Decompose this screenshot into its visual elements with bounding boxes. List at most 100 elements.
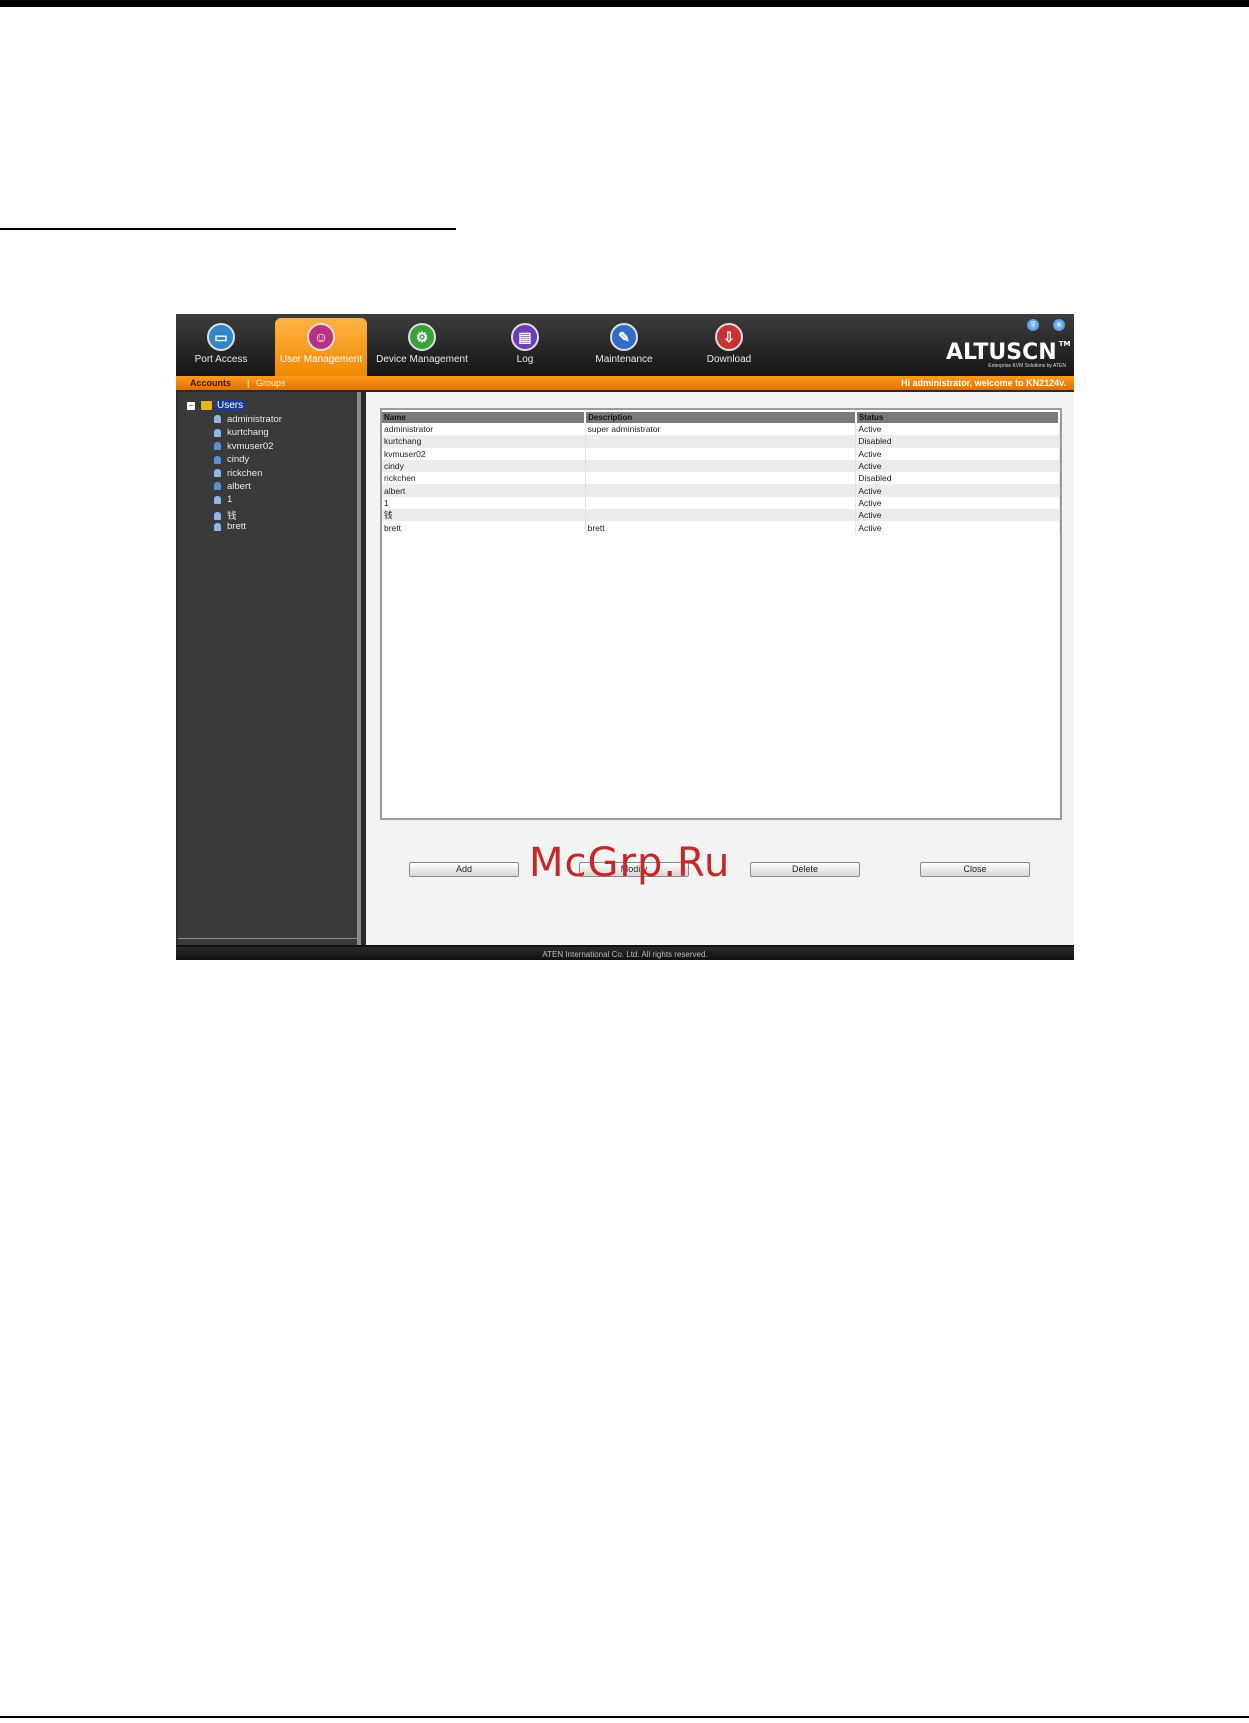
footer-copyright: ATEN International Co. Ltd. All rights r… (176, 945, 1074, 960)
gear-icon: ⚙ (408, 323, 436, 351)
brand-logo: ALTUSCN TM Enterprise KVM Solutions by AT… (946, 340, 1070, 369)
tree-item-label: kurtchang (227, 427, 269, 439)
tree-item-user[interactable]: kvmuser02 (214, 441, 282, 454)
cell-description (585, 472, 857, 485)
cell-name: albert (382, 484, 586, 497)
cell-description (585, 496, 857, 510)
column-header-description[interactable]: Description (585, 412, 857, 423)
tree-item-user[interactable]: 1 (214, 494, 282, 507)
watermark: McGrp.Ru (529, 840, 731, 886)
cell-status: Active (855, 447, 1060, 460)
tree-item-user[interactable]: kurtchang (214, 427, 282, 440)
tab-download[interactable]: ⇩ Download (689, 318, 769, 376)
tree-item-label: administrator (227, 414, 282, 425)
tree-item-label: 1 (227, 494, 233, 506)
cell-name: kvmuser02 (382, 447, 586, 460)
user-icon (214, 512, 221, 521)
add-button[interactable]: Add (409, 862, 519, 877)
column-header-status[interactable]: Status (855, 412, 1061, 423)
close-button[interactable]: Close (920, 862, 1030, 877)
tree-item-user[interactable]: 钱 (214, 508, 282, 522)
tab-label: Port Access (194, 354, 248, 365)
cell-description (585, 435, 857, 448)
folder-icon (201, 401, 212, 410)
table-row[interactable]: rickchen Disabled (382, 472, 1060, 485)
tree-item-user[interactable]: rickchen (214, 468, 282, 481)
tree-item-user[interactable]: administrator (214, 414, 282, 427)
brand-name: ALTUSCN (946, 340, 1057, 365)
table-row[interactable]: cindy Active (382, 459, 1060, 473)
top-toolbar: ▭ Port Access ☺ User Management ⚙ Device… (176, 314, 1074, 376)
tree-root-users[interactable]: − Users (187, 400, 246, 411)
collapse-icon[interactable]: − (187, 401, 195, 410)
sidebar-divider (178, 938, 357, 939)
table-row[interactable]: 1 Active (382, 496, 1060, 510)
tab-user-management[interactable]: ☺ User Management (275, 318, 367, 376)
table-row[interactable]: 钱 Active (382, 509, 1060, 522)
user-tree-sidebar: − Users administrator kurtchang kvmuser02… (178, 392, 361, 945)
cell-status: Disabled (855, 435, 1060, 448)
table-header-row: Name Description Status (382, 412, 1061, 423)
cell-name: administrator (382, 423, 586, 436)
column-header-name[interactable]: Name (382, 412, 587, 423)
cell-description (585, 447, 857, 460)
users-icon: ☺ (307, 323, 335, 351)
sub-navigation: Accounts | Groups Hi administrator, welc… (176, 376, 1074, 390)
cell-name: cindy (382, 459, 586, 473)
user-icon (214, 482, 221, 491)
tree-item-label: 钱 (227, 510, 237, 522)
user-icon (214, 442, 221, 451)
tab-label: Device Management (376, 354, 468, 365)
page-top-rule (0, 0, 1249, 7)
help-icon[interactable]: ? (1027, 319, 1039, 331)
page-bottom-rule (0, 1716, 1249, 1718)
cell-description (585, 484, 857, 497)
cell-name: brett (382, 521, 586, 534)
cell-status: Disabled (855, 472, 1060, 485)
cell-description: brett (585, 521, 857, 534)
cell-name: 钱 (382, 509, 586, 522)
subtab-separator: | (247, 378, 250, 388)
monitor-icon: ▭ (207, 323, 235, 351)
table-row[interactable]: brett brett Active (382, 521, 1060, 534)
tab-device-management[interactable]: ⚙ Device Management (372, 318, 472, 376)
tab-maintenance[interactable]: ✎ Maintenance (579, 318, 669, 376)
cell-name: 1 (382, 496, 586, 510)
user-icon (214, 415, 221, 424)
tab-label: Log (516, 354, 534, 365)
tree-item-label: kvmuser02 (227, 440, 274, 452)
table-row[interactable]: administrator super administrator Active (382, 423, 1060, 436)
wrench-icon: ✎ (610, 323, 638, 351)
user-icon (214, 495, 221, 504)
subtab-accounts[interactable]: Accounts (190, 376, 231, 390)
user-icon (214, 428, 221, 437)
cell-status: Active (855, 423, 1060, 436)
tree-item-user[interactable]: albert (214, 481, 282, 494)
cell-status: Active (855, 496, 1060, 510)
delete-button[interactable]: Delete (750, 862, 860, 877)
tree-item-user[interactable]: brett (214, 521, 282, 534)
cell-status: Active (855, 459, 1060, 473)
tree-item-label: rickchen (227, 467, 263, 479)
tab-log[interactable]: ▤ Log (491, 318, 559, 376)
table-row[interactable]: kurtchang Disabled (382, 435, 1060, 448)
cell-description: super administrator (585, 423, 857, 436)
cell-status: Active (855, 484, 1060, 497)
tab-port-access[interactable]: ▭ Port Access (176, 318, 266, 376)
subtab-groups[interactable]: Groups (256, 376, 286, 390)
cell-status: Active (855, 521, 1060, 534)
table-row[interactable]: kvmuser02 Active (382, 447, 1060, 460)
tab-label: Download (706, 354, 752, 365)
welcome-message: Hi administrator, welcome to KN2124v. (901, 378, 1066, 388)
table-row[interactable]: albert Active (382, 484, 1060, 497)
tree-item-user[interactable]: cindy (214, 454, 282, 467)
user-icon (214, 522, 221, 531)
download-icon: ⇩ (715, 323, 743, 351)
cell-status: Active (855, 509, 1060, 522)
brand-tm: TM (1058, 340, 1071, 348)
logout-icon[interactable]: × (1053, 319, 1065, 331)
user-table-container: Name Description Status administrator sup… (380, 408, 1062, 820)
log-icon: ▤ (511, 323, 539, 351)
section-rule (0, 228, 456, 230)
tree-item-label: cindy (227, 454, 250, 466)
